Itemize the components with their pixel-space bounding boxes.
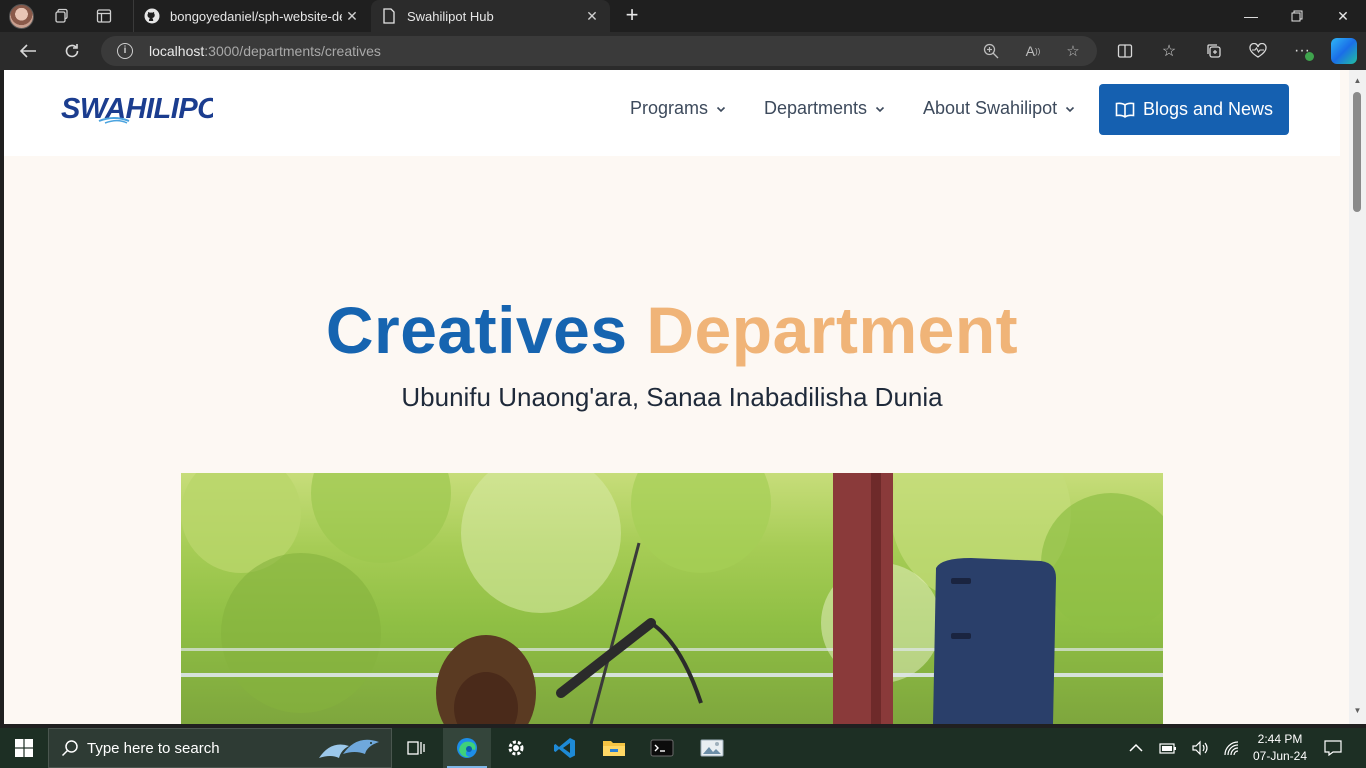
close-tab-icon[interactable]: ✕ — [342, 6, 362, 26]
system-clock[interactable]: 2:44 PM 07-Jun-24 — [1246, 731, 1314, 765]
blogs-and-news-button[interactable]: Blogs and News — [1099, 84, 1289, 135]
site-info-icon[interactable]: i — [117, 43, 133, 59]
page-icon — [381, 8, 397, 24]
terminal-icon[interactable] — [638, 728, 686, 768]
windows-logo-icon — [15, 739, 33, 757]
network-icon[interactable] — [1222, 739, 1242, 757]
page-subtitle: Ubunifu Unaong'ara, Sanaa Inabadilisha D… — [401, 382, 943, 412]
tab-swahilipot-hub[interactable]: Swahilipot Hub ✕ — [371, 0, 610, 32]
title-part-creatives: Creatives — [325, 293, 628, 367]
url-field[interactable]: i localhost:3000/departments/creatives A… — [101, 36, 1097, 66]
clock-time: 2:44 PM — [1257, 732, 1303, 746]
vscode-icon[interactable] — [541, 728, 589, 768]
svg-text:SWAHILIPOT: SWAHILIPOT — [61, 93, 213, 125]
workspaces-icon[interactable] — [50, 4, 74, 28]
battery-icon[interactable] — [1158, 739, 1178, 757]
tab-github[interactable]: bongoyedaniel/sph-website-dev ✕ — [133, 0, 370, 32]
task-view-icon[interactable] — [392, 728, 440, 768]
cta-label: Blogs and News — [1142, 99, 1274, 119]
show-hidden-icons-icon[interactable] — [1126, 739, 1146, 757]
split-screen-icon[interactable] — [1113, 39, 1137, 63]
nav-label: Departments — [764, 98, 868, 118]
site-header: SWAHILIPOT Programs Departments About Sw… — [4, 70, 1340, 156]
restore-button[interactable] — [1274, 0, 1320, 32]
scroll-down-icon[interactable]: ▼ — [1353, 706, 1362, 715]
refresh-icon[interactable] — [59, 39, 85, 63]
browser-tab-strip: bongoyedaniel/sph-website-dev ✕ Swahilip… — [0, 0, 1366, 32]
browser-essentials-icon[interactable] — [1246, 39, 1270, 63]
swahilipot-logo[interactable]: SWAHILIPOT — [61, 92, 240, 126]
favorite-star-icon[interactable]: ☆ — [1063, 41, 1083, 61]
collections-icon[interactable] — [1202, 39, 1226, 63]
vertical-tabs-icon[interactable] — [92, 4, 116, 28]
profile-avatar[interactable] — [9, 4, 34, 29]
zoom-icon[interactable] — [981, 41, 1001, 61]
nav-label: About Swahilipot — [923, 98, 1058, 118]
start-button[interactable] — [0, 728, 48, 768]
settings-more-icon[interactable]: ··· — [1290, 39, 1314, 63]
chevron-down-icon — [875, 106, 885, 112]
volume-icon[interactable] — [1190, 739, 1210, 757]
page-title: Creatives Department — [4, 292, 1340, 368]
web-page: SWAHILIPOT Programs Departments About Sw… — [4, 70, 1349, 724]
title-part-department: Department — [646, 293, 1019, 367]
favorites-icon[interactable]: ☆ — [1157, 39, 1181, 63]
read-aloud-icon[interactable]: A)) — [1023, 41, 1043, 61]
clock-date: 07-Jun-24 — [1252, 749, 1308, 763]
back-arrow-icon[interactable] — [15, 39, 41, 63]
search-icon — [61, 740, 78, 757]
book-icon — [1115, 102, 1135, 118]
nav-programs[interactable]: Programs — [630, 98, 726, 119]
scroll-up-icon[interactable]: ▲ — [1353, 76, 1362, 85]
new-tab-button[interactable]: + — [620, 4, 644, 28]
github-icon — [144, 8, 160, 24]
address-bar-row: i localhost:3000/departments/creatives A… — [0, 32, 1366, 70]
nav-about-swahilipot[interactable]: About Swahilipot — [923, 98, 1075, 119]
url-text: localhost:3000/departments/creatives — [149, 43, 381, 59]
page-scrollbar[interactable]: ▲ ▼ — [1349, 70, 1366, 724]
photos-icon[interactable] — [688, 728, 736, 768]
taskbar-search[interactable]: Type here to search — [48, 728, 392, 768]
close-tab-icon[interactable]: ✕ — [582, 6, 602, 26]
minimize-button[interactable]: — — [1228, 0, 1274, 32]
dolphins-illustration-icon — [319, 739, 379, 758]
nav-label: Programs — [630, 98, 709, 118]
file-explorer-icon[interactable] — [590, 728, 638, 768]
tab-title: bongoyedaniel/sph-website-dev — [170, 8, 342, 24]
scrollbar-thumb[interactable] — [1353, 92, 1361, 212]
settings-icon[interactable] — [492, 728, 540, 768]
chevron-down-icon — [716, 106, 726, 112]
hero-photo — [181, 473, 1163, 724]
notifications-icon[interactable] — [1323, 739, 1343, 757]
chevron-down-icon — [1066, 106, 1075, 112]
nav-departments[interactable]: Departments — [764, 98, 885, 119]
tab-title: Swahilipot Hub — [407, 8, 494, 24]
close-window-button[interactable]: ✕ — [1320, 0, 1366, 32]
search-placeholder: Type here to search — [87, 739, 220, 757]
copilot-icon[interactable] — [1331, 38, 1357, 64]
edge-icon[interactable] — [443, 728, 491, 768]
windows-taskbar: Type here to search 2:44 PM 07-Jun-24 — [0, 728, 1366, 768]
